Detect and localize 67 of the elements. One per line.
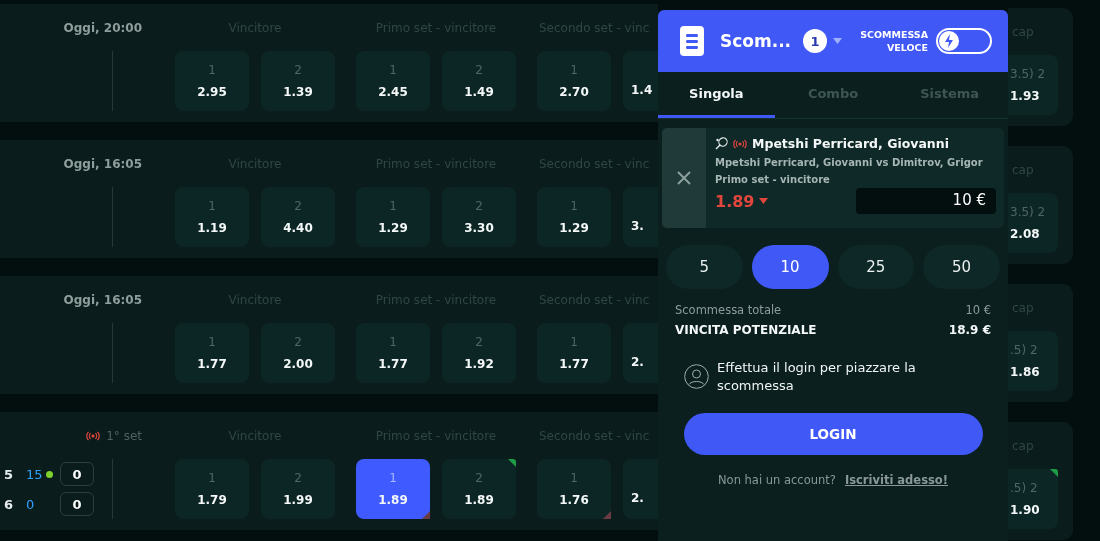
- potential-win-label: VINCITA POTENZIALE: [675, 323, 817, 337]
- odds-button[interactable]: 2 3.30: [442, 187, 516, 247]
- event-time: Oggi, 16:05: [63, 157, 142, 171]
- event-time: 1° set: [106, 429, 142, 443]
- tennis-racket-icon: [715, 137, 728, 150]
- odds-button[interactable]: 2 1.49: [442, 51, 516, 111]
- count-badge: 1: [803, 29, 828, 53]
- odds-down-icon: [759, 198, 769, 204]
- points-score: 0: [26, 496, 36, 512]
- selection-name: Mpetshi Perricard, Giovanni: [752, 136, 949, 151]
- odds-button[interactable]: 2 1.89: [442, 459, 516, 519]
- games-score: 5: [4, 466, 15, 482]
- user-icon: [684, 364, 709, 389]
- odds-button[interactable]: 1 1.77: [175, 323, 249, 383]
- odds-button[interactable]: 2 1.99: [261, 459, 335, 519]
- event-time: Oggi, 16:05: [63, 293, 142, 307]
- odds-button[interactable]: 1 1.19: [175, 187, 249, 247]
- event-time: Oggi, 20:00: [63, 21, 142, 35]
- sets-score: 0: [60, 462, 94, 486]
- odds-button[interactable]: 1 1.29: [537, 187, 611, 247]
- bet-type-tab[interactable]: Singola: [658, 72, 775, 118]
- caret-icon[interactable]: [833, 38, 843, 44]
- sets-score: 0: [60, 492, 94, 516]
- login-prompt: Effettua il login per piazzare la scommessa: [717, 359, 917, 395]
- total-label: Scommessa totale: [675, 303, 782, 317]
- odds-button[interactable]: 1 1.76: [537, 459, 611, 519]
- odds-button[interactable]: 1 2.45: [356, 51, 430, 111]
- odds-button[interactable]: 2 2.00: [261, 323, 335, 383]
- odds-button[interactable]: 2 1.39: [261, 51, 335, 111]
- bet-slip-icon: [680, 26, 704, 56]
- odds-button[interactable]: .5) 2 1.86: [1008, 331, 1058, 391]
- amount-chip[interactable]: 25: [837, 245, 915, 289]
- close-icon: [677, 171, 691, 185]
- total-value: 10 €: [965, 303, 991, 317]
- quick-bet-toggle[interactable]: [936, 28, 992, 54]
- odds-button[interactable]: 1 1.77: [537, 323, 611, 383]
- quick-bet-label: SCOMMESSA VELOCE: [859, 28, 929, 54]
- odds-button[interactable]: 2 4.40: [261, 187, 335, 247]
- bet-slip-title: Scom...: [720, 31, 792, 51]
- stake-field[interactable]: 10 €: [856, 188, 996, 214]
- points-score: 15: [26, 466, 44, 482]
- potential-win-value: 18.9 €: [948, 323, 991, 337]
- odds-button[interactable]: 1.4: [623, 51, 658, 111]
- odds-button[interactable]: 3.5) 2 1.93: [1008, 55, 1058, 115]
- odds-button[interactable]: 1 1.29: [356, 187, 430, 247]
- match-name: Mpetshi Perricard, Giovanni vs Dimitrov, Grigor: [715, 157, 984, 168]
- odds-button[interactable]: 1 1.79: [175, 459, 249, 519]
- amount-chip[interactable]: 5: [666, 245, 743, 289]
- odds-button[interactable]: 2.: [623, 459, 658, 519]
- signup-question: Non hai un account?: [718, 473, 836, 487]
- signup-link[interactable]: Iscriviti adesso!: [844, 473, 948, 487]
- games-score: 6: [4, 496, 15, 512]
- odds-button[interactable]: 1 2.70: [537, 51, 611, 111]
- odds-button[interactable]: 2.: [623, 323, 658, 383]
- amount-chip[interactable]: 50: [923, 245, 1000, 289]
- odds-button[interactable]: 1 1.89: [356, 459, 430, 519]
- odds-button[interactable]: 3.5) 2 2.08: [1008, 193, 1058, 253]
- odds-button[interactable]: 1 2.95: [175, 51, 249, 111]
- odds-button[interactable]: 1 1.77: [356, 323, 430, 383]
- amount-chip[interactable]: 10: [751, 245, 829, 289]
- market-name: Primo set - vincitore: [715, 174, 831, 185]
- login-button[interactable]: LOGIN: [683, 413, 983, 455]
- odds-button[interactable]: .5) 2 1.90: [1008, 469, 1058, 529]
- odds-button[interactable]: 2 1.92: [442, 323, 516, 383]
- odds-button[interactable]: 3.: [623, 187, 658, 247]
- bet-odds: 1.89: [715, 191, 755, 211]
- lightning-icon: [939, 31, 960, 51]
